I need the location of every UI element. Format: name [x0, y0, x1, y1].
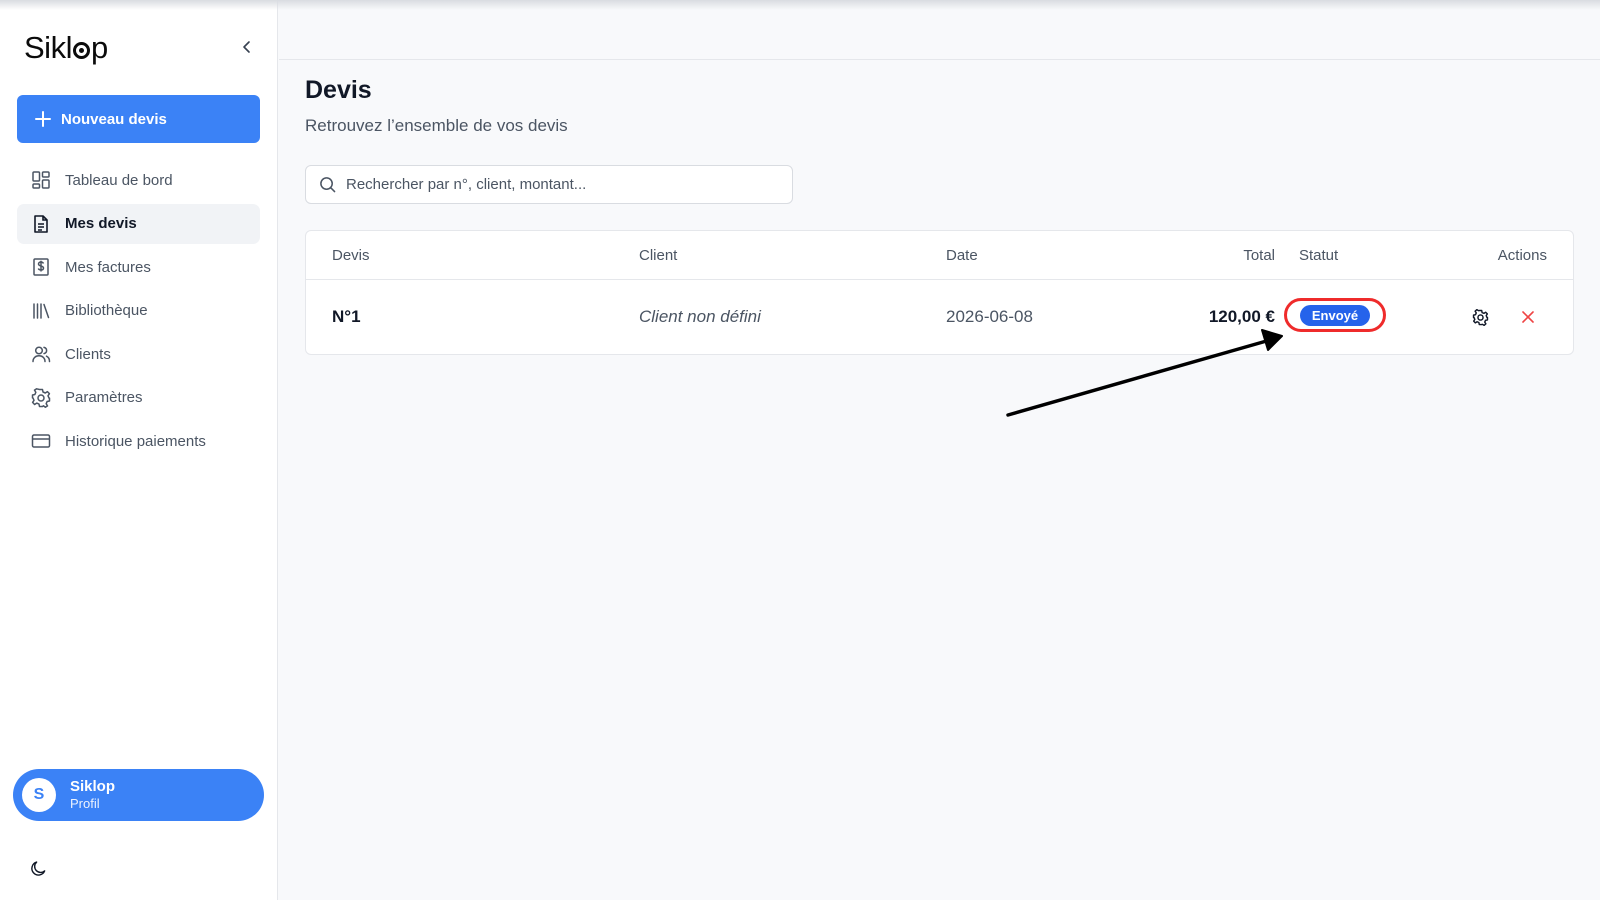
sidebar-item-dashboard[interactable]: Tableau de bord	[17, 160, 260, 200]
quote-total: 120,00 €	[1208, 307, 1275, 326]
close-icon	[1522, 311, 1534, 323]
sidebar-item-label: Bibliothèque	[65, 302, 148, 319]
credit-card-icon	[31, 434, 51, 448]
document-icon	[34, 214, 48, 233]
gear-icon	[1472, 308, 1488, 326]
sidebar-item-payment-history[interactable]: Historique paiements	[17, 421, 260, 461]
dashboard-icon	[32, 171, 50, 189]
column-header-actions: Actions	[1497, 247, 1547, 264]
avatar: S	[22, 778, 56, 812]
collapse-sidebar-button[interactable]	[236, 36, 258, 58]
theme-toggle-button[interactable]	[27, 857, 49, 879]
sidebar-item-label: Mes devis	[65, 215, 137, 232]
sidebar-item-label: Tableau de bord	[65, 171, 173, 189]
column-header-total: Total	[1243, 247, 1275, 264]
sidebar: Sikl p Nouveau devis Tableau de bord Mes …	[0, 0, 278, 900]
column-header-date: Date	[946, 247, 978, 264]
invoice-icon	[33, 258, 49, 276]
new-quote-label: Nouveau devis	[61, 110, 167, 128]
profile-text: Siklop Profil	[70, 778, 115, 812]
chevron-left-icon	[243, 41, 250, 53]
column-header-statut: Statut	[1299, 247, 1339, 264]
delete-quote-button[interactable]	[1518, 307, 1538, 327]
sidebar-item-label: Paramètres	[65, 389, 143, 406]
users-icon	[32, 346, 51, 363]
quote-number[interactable]: N°1	[332, 307, 361, 327]
quote-date: 2026-06-08	[946, 307, 1033, 326]
logo-dot	[72, 42, 90, 59]
profile-name: Siklop	[70, 778, 116, 795]
sidebar-item-label: Historique paiements	[65, 432, 206, 450]
sidebar-item-label: Clients	[65, 345, 111, 363]
new-quote-button[interactable]: Nouveau devis	[17, 95, 260, 143]
page-title: Devis	[305, 76, 372, 104]
column-header-client: Client	[639, 247, 678, 264]
sidebar-item-clients[interactable]: Clients	[17, 334, 260, 374]
quotes-table: Devis Client Date Total Statut Actions N…	[305, 230, 1574, 355]
quote-client: Client non défini	[639, 307, 761, 326]
sidebar-item-library[interactable]: Bibliothèque	[17, 291, 260, 331]
table-row[interactable]: N°1 Client non défini 2026-06-08 120,00 …	[306, 280, 1573, 354]
column-header-devis: Devis	[332, 247, 370, 264]
status-highlight-circle: Envoyé	[1284, 298, 1386, 332]
edit-quote-button[interactable]	[1470, 307, 1490, 327]
main-header-bar	[279, 0, 1600, 60]
plus-icon	[35, 111, 51, 127]
search-icon	[320, 177, 336, 193]
sidebar-item-settings[interactable]: Paramètres	[17, 378, 260, 418]
library-icon	[33, 302, 50, 319]
profile-button[interactable]: S Siklop Profil	[13, 769, 264, 821]
moon-icon	[30, 860, 45, 876]
sidebar-nav: Tableau de bord Mes devis Mes factures B…	[17, 160, 260, 465]
app-logo: Sikl p	[24, 30, 108, 65]
search-input[interactable]	[346, 176, 766, 193]
sidebar-item-quotes[interactable]: Mes devis	[17, 203, 260, 244]
sidebar-item-invoices[interactable]: Mes factures	[17, 247, 260, 287]
search-box	[305, 165, 793, 204]
sidebar-item-label: Mes factures	[65, 258, 151, 276]
page-subtitle: Retrouvez l’ensemble de vos devis	[305, 116, 568, 135]
gear-icon	[31, 387, 51, 408]
status-badge[interactable]: Envoyé	[1299, 304, 1371, 326]
table-header: Devis Client Date Total Statut Actions	[306, 231, 1573, 280]
profile-subtitle: Profil	[70, 796, 100, 811]
